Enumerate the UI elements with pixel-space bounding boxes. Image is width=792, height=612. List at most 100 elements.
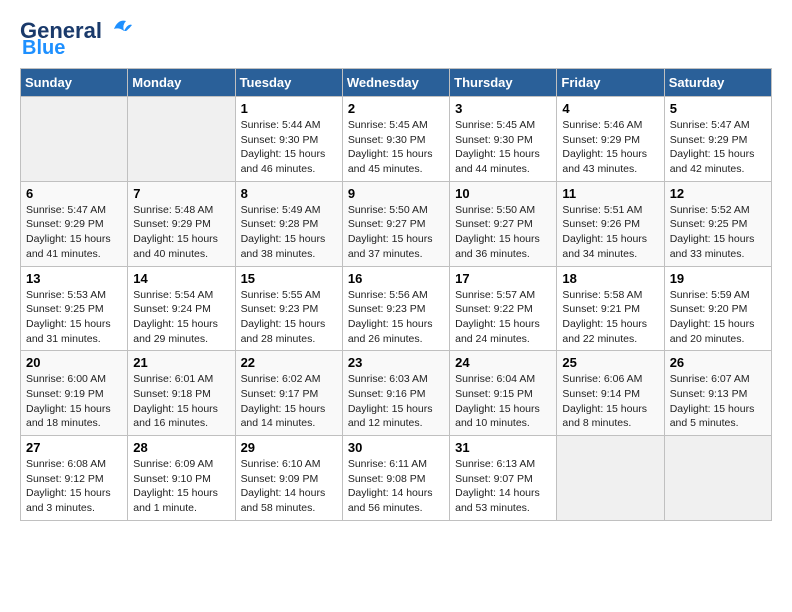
day-info: Sunrise: 5:50 AMSunset: 9:27 PMDaylight:…: [455, 203, 551, 262]
day-number: 18: [562, 271, 658, 286]
day-number: 26: [670, 355, 766, 370]
day-number: 21: [133, 355, 229, 370]
day-info: Sunrise: 5:51 AMSunset: 9:26 PMDaylight:…: [562, 203, 658, 262]
day-number: 5: [670, 101, 766, 116]
day-info: Sunrise: 5:47 AMSunset: 9:29 PMDaylight:…: [670, 118, 766, 177]
calendar-week-row: 1 Sunrise: 5:44 AMSunset: 9:30 PMDaylight…: [21, 97, 772, 182]
day-info: Sunrise: 5:45 AMSunset: 9:30 PMDaylight:…: [348, 118, 444, 177]
day-number: 15: [241, 271, 337, 286]
calendar-cell: 15 Sunrise: 5:55 AMSunset: 9:23 PMDayligh…: [235, 266, 342, 351]
calendar-cell: 20 Sunrise: 6:00 AMSunset: 9:19 PMDayligh…: [21, 351, 128, 436]
weekday-header-wednesday: Wednesday: [342, 69, 449, 97]
calendar-cell: 1 Sunrise: 5:44 AMSunset: 9:30 PMDaylight…: [235, 97, 342, 182]
calendar-cell: 8 Sunrise: 5:49 AMSunset: 9:28 PMDaylight…: [235, 181, 342, 266]
day-info: Sunrise: 5:54 AMSunset: 9:24 PMDaylight:…: [133, 288, 229, 347]
day-info: Sunrise: 5:48 AMSunset: 9:29 PMDaylight:…: [133, 203, 229, 262]
day-number: 28: [133, 440, 229, 455]
day-info: Sunrise: 6:00 AMSunset: 9:19 PMDaylight:…: [26, 372, 122, 431]
day-number: 14: [133, 271, 229, 286]
logo-bird-icon: [104, 17, 132, 39]
day-info: Sunrise: 6:01 AMSunset: 9:18 PMDaylight:…: [133, 372, 229, 431]
day-info: Sunrise: 5:56 AMSunset: 9:23 PMDaylight:…: [348, 288, 444, 347]
day-info: Sunrise: 5:50 AMSunset: 9:27 PMDaylight:…: [348, 203, 444, 262]
day-number: 29: [241, 440, 337, 455]
calendar-cell: [557, 436, 664, 521]
day-info: Sunrise: 6:10 AMSunset: 9:09 PMDaylight:…: [241, 457, 337, 516]
day-number: 6: [26, 186, 122, 201]
day-number: 13: [26, 271, 122, 286]
calendar-cell: 13 Sunrise: 5:53 AMSunset: 9:25 PMDayligh…: [21, 266, 128, 351]
day-number: 20: [26, 355, 122, 370]
day-number: 10: [455, 186, 551, 201]
calendar-cell: 24Sunrise: 6:04 AMSunset: 9:15 PMDayligh…: [450, 351, 557, 436]
page-header: General Blue: [20, 20, 772, 58]
calendar-cell: 28 Sunrise: 6:09 AMSunset: 9:10 PMDayligh…: [128, 436, 235, 521]
day-number: 1: [241, 101, 337, 116]
calendar-cell: 11 Sunrise: 5:51 AMSunset: 9:26 PMDayligh…: [557, 181, 664, 266]
calendar-week-row: 13 Sunrise: 5:53 AMSunset: 9:25 PMDayligh…: [21, 266, 772, 351]
calendar-week-row: 20 Sunrise: 6:00 AMSunset: 9:19 PMDayligh…: [21, 351, 772, 436]
day-number: 22: [241, 355, 337, 370]
calendar-header-row: SundayMondayTuesdayWednesdayThursdayFrid…: [21, 69, 772, 97]
day-info: Sunrise: 5:58 AMSunset: 9:21 PMDaylight:…: [562, 288, 658, 347]
day-number: 24: [455, 355, 551, 370]
weekday-header-thursday: Thursday: [450, 69, 557, 97]
calendar-cell: 10 Sunrise: 5:50 AMSunset: 9:27 PMDayligh…: [450, 181, 557, 266]
day-info: Sunrise: 6:11 AMSunset: 9:08 PMDaylight:…: [348, 457, 444, 516]
calendar-cell: [664, 436, 771, 521]
calendar-cell: 3Sunrise: 5:45 AMSunset: 9:30 PMDaylight…: [450, 97, 557, 182]
day-info: Sunrise: 5:59 AMSunset: 9:20 PMDaylight:…: [670, 288, 766, 347]
day-info: Sunrise: 6:06 AMSunset: 9:14 PMDaylight:…: [562, 372, 658, 431]
calendar-cell: 17 Sunrise: 5:57 AMSunset: 9:22 PMDayligh…: [450, 266, 557, 351]
calendar-cell: 12Sunrise: 5:52 AMSunset: 9:25 PMDayligh…: [664, 181, 771, 266]
day-number: 25: [562, 355, 658, 370]
calendar-cell: [128, 97, 235, 182]
calendar-cell: [21, 97, 128, 182]
calendar-cell: 9 Sunrise: 5:50 AMSunset: 9:27 PMDaylight…: [342, 181, 449, 266]
day-number: 31: [455, 440, 551, 455]
day-number: 2: [348, 101, 444, 116]
calendar-cell: 5 Sunrise: 5:47 AMSunset: 9:29 PMDaylight…: [664, 97, 771, 182]
calendar-cell: 30 Sunrise: 6:11 AMSunset: 9:08 PMDayligh…: [342, 436, 449, 521]
day-number: 8: [241, 186, 337, 201]
day-number: 17: [455, 271, 551, 286]
day-info: Sunrise: 6:02 AMSunset: 9:17 PMDaylight:…: [241, 372, 337, 431]
calendar-cell: 27 Sunrise: 6:08 AMSunset: 9:12 PMDayligh…: [21, 436, 128, 521]
calendar-cell: 7 Sunrise: 5:48 AMSunset: 9:29 PMDaylight…: [128, 181, 235, 266]
day-number: 3: [455, 101, 551, 116]
calendar-week-row: 6Sunrise: 5:47 AMSunset: 9:29 PMDaylight…: [21, 181, 772, 266]
day-number: 11: [562, 186, 658, 201]
calendar-cell: 2 Sunrise: 5:45 AMSunset: 9:30 PMDaylight…: [342, 97, 449, 182]
weekday-header-friday: Friday: [557, 69, 664, 97]
day-info: Sunrise: 6:08 AMSunset: 9:12 PMDaylight:…: [26, 457, 122, 516]
calendar-cell: 25 Sunrise: 6:06 AMSunset: 9:14 PMDayligh…: [557, 351, 664, 436]
calendar-cell: 26 Sunrise: 6:07 AMSunset: 9:13 PMDayligh…: [664, 351, 771, 436]
day-number: 30: [348, 440, 444, 455]
day-info: Sunrise: 5:52 AMSunset: 9:25 PMDaylight:…: [670, 203, 766, 262]
day-info: Sunrise: 5:53 AMSunset: 9:25 PMDaylight:…: [26, 288, 122, 347]
weekday-header-monday: Monday: [128, 69, 235, 97]
calendar-week-row: 27 Sunrise: 6:08 AMSunset: 9:12 PMDayligh…: [21, 436, 772, 521]
weekday-header-saturday: Saturday: [664, 69, 771, 97]
calendar-cell: 18 Sunrise: 5:58 AMSunset: 9:21 PMDayligh…: [557, 266, 664, 351]
day-info: Sunrise: 6:07 AMSunset: 9:13 PMDaylight:…: [670, 372, 766, 431]
day-info: Sunrise: 6:03 AMSunset: 9:16 PMDaylight:…: [348, 372, 444, 431]
day-info: Sunrise: 5:55 AMSunset: 9:23 PMDaylight:…: [241, 288, 337, 347]
day-number: 19: [670, 271, 766, 286]
day-info: Sunrise: 5:49 AMSunset: 9:28 PMDaylight:…: [241, 203, 337, 262]
day-info: Sunrise: 6:13 AMSunset: 9:07 PMDaylight:…: [455, 457, 551, 516]
day-number: 9: [348, 186, 444, 201]
day-number: 23: [348, 355, 444, 370]
day-info: Sunrise: 5:46 AMSunset: 9:29 PMDaylight:…: [562, 118, 658, 177]
calendar-cell: 21 Sunrise: 6:01 AMSunset: 9:18 PMDayligh…: [128, 351, 235, 436]
calendar-cell: 6Sunrise: 5:47 AMSunset: 9:29 PMDaylight…: [21, 181, 128, 266]
day-info: Sunrise: 5:44 AMSunset: 9:30 PMDaylight:…: [241, 118, 337, 177]
day-number: 27: [26, 440, 122, 455]
day-number: 7: [133, 186, 229, 201]
logo: General Blue: [20, 20, 132, 58]
day-info: Sunrise: 6:09 AMSunset: 9:10 PMDaylight:…: [133, 457, 229, 516]
day-info: Sunrise: 5:57 AMSunset: 9:22 PMDaylight:…: [455, 288, 551, 347]
calendar-cell: 14 Sunrise: 5:54 AMSunset: 9:24 PMDayligh…: [128, 266, 235, 351]
calendar-cell: 23 Sunrise: 6:03 AMSunset: 9:16 PMDayligh…: [342, 351, 449, 436]
day-number: 16: [348, 271, 444, 286]
